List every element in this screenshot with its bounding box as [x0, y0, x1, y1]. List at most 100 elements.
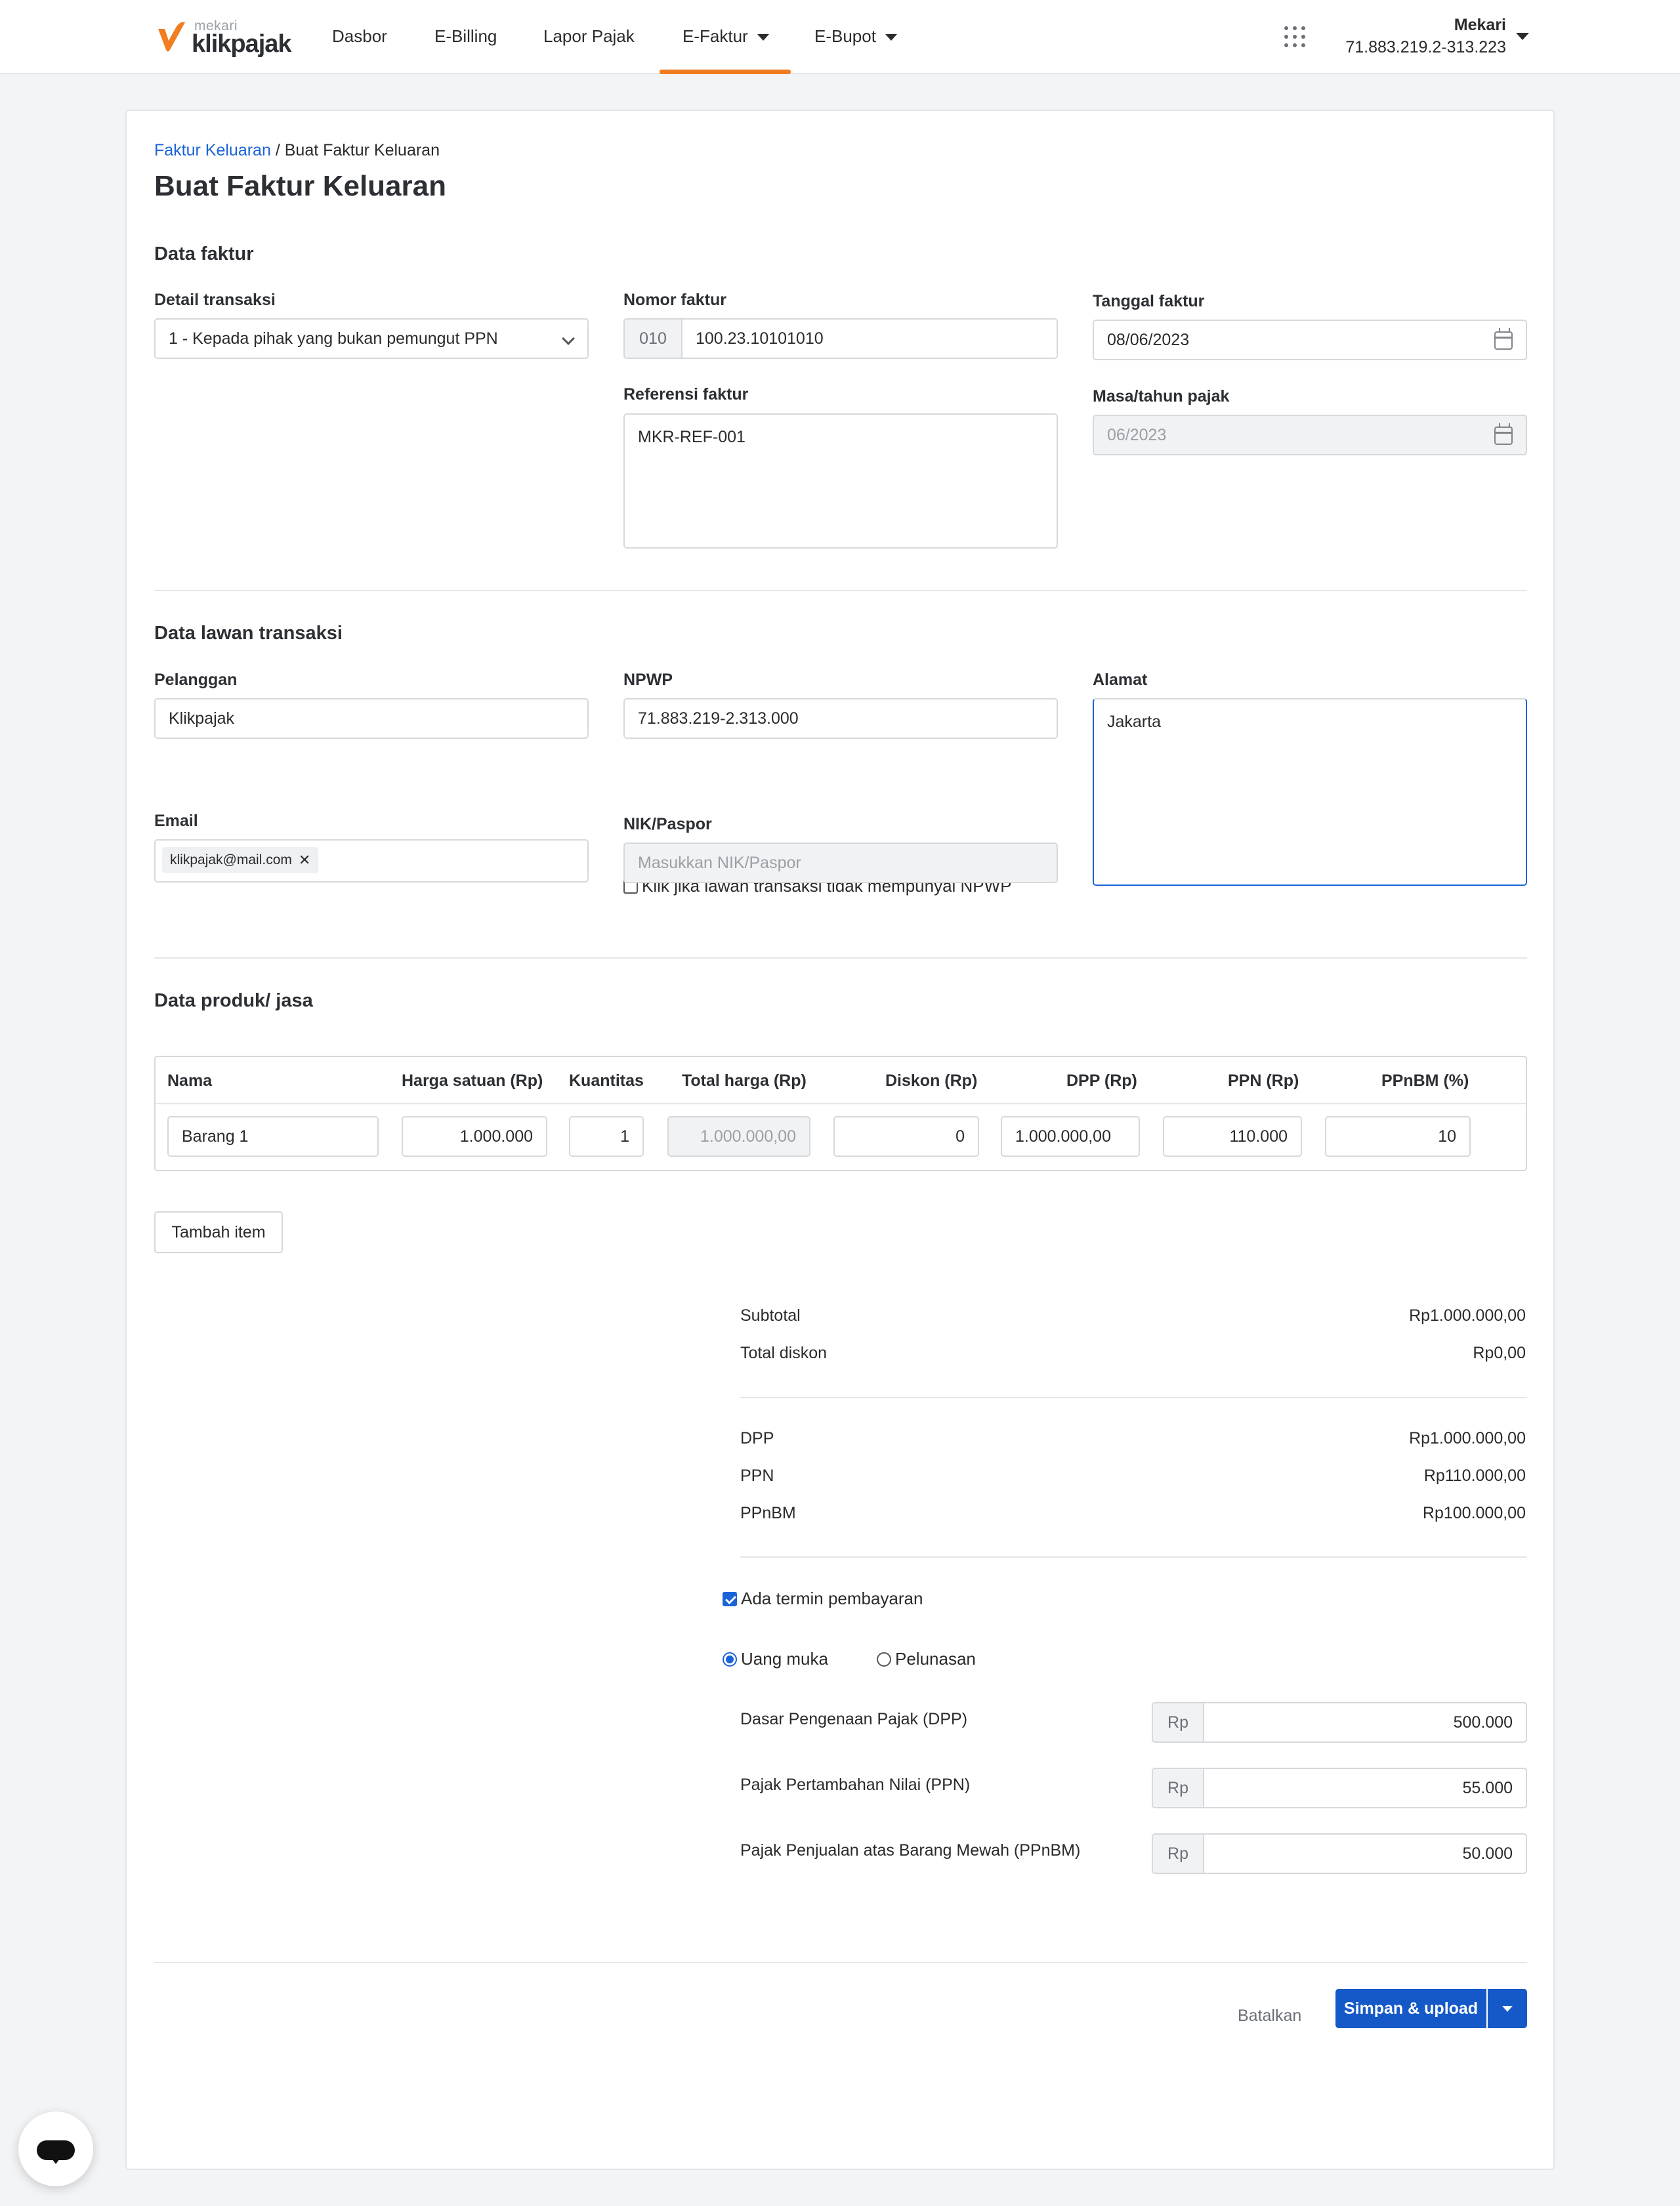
tambah-item-button[interactable]: Tambah item: [154, 1211, 283, 1253]
calendar-icon: [1494, 328, 1513, 350]
radio-uang-muka[interactable]: Uang muka: [723, 1649, 828, 1669]
simpan-upload-label: Simpan & upload: [1343, 1999, 1479, 2018]
nav-lapor-pajak[interactable]: Lapor Pajak: [543, 0, 635, 74]
section-divider: [154, 590, 1527, 591]
currency-prefix: Rp: [1153, 1769, 1204, 1807]
item-total-value: 1.000.000,00: [700, 1127, 796, 1146]
email-tag: klikpajak@mail.com ✕: [162, 847, 319, 873]
item-ppnbm-input[interactable]: 10: [1325, 1116, 1471, 1157]
summary-subtotal-value: Rp1.000.000,00: [1409, 1306, 1526, 1325]
referensi-faktur-value: MKR-REF-001: [638, 428, 746, 446]
item-nama-input[interactable]: Barang 1: [167, 1116, 379, 1157]
referensi-faktur-textarea[interactable]: MKR-REF-001: [623, 413, 1058, 549]
nav-e-billing[interactable]: E-Billing: [434, 0, 497, 74]
pelanggan-input[interactable]: Klikpajak: [154, 698, 589, 739]
item-diskon-input[interactable]: 0: [833, 1116, 979, 1157]
section-title-data-produk: Data produk/ jasa: [154, 990, 313, 1011]
simpan-upload-button[interactable]: Simpan & upload: [1335, 1989, 1486, 2028]
termin-ppnbm-label: Pajak Penjualan atas Barang Mewah (PPnBM…: [740, 1841, 1081, 1860]
label-email: Email: [154, 812, 198, 830]
email-tag-input[interactable]: klikpajak@mail.com ✕: [154, 839, 589, 883]
label-tanggal-faktur: Tanggal faktur: [1093, 292, 1205, 310]
caret-down-icon: [885, 34, 897, 41]
item-nama-value: Barang 1: [182, 1127, 249, 1146]
summary-total-diskon-value: Rp0,00: [1473, 1344, 1526, 1362]
item-ppnbm-value: 10: [1438, 1127, 1456, 1146]
nomor-faktur-prefix: 010: [625, 320, 682, 358]
item-kuantitas-input[interactable]: 1: [569, 1116, 644, 1157]
remove-tag-icon[interactable]: ✕: [299, 852, 310, 869]
simpan-dropdown-button[interactable]: [1488, 1989, 1527, 2028]
pelunasan-radio[interactable]: [877, 1652, 891, 1667]
batalkan-button[interactable]: Batalkan: [1238, 1996, 1301, 2035]
summary-ppnbm-label: PPnBM: [740, 1504, 796, 1522]
nav-active-indicator: [660, 70, 791, 74]
nomor-faktur-input[interactable]: 010 100.23.10101010: [623, 318, 1058, 359]
nav-label: Lapor Pajak: [543, 26, 635, 46]
item-dpp-value: 1.000.000,00: [1015, 1127, 1111, 1146]
account-name[interactable]: Mekari: [1454, 16, 1506, 35]
npwp-input[interactable]: 71.883.219-2.313.000: [623, 698, 1058, 739]
table-header-divider: [156, 1103, 1526, 1104]
termin-dpp-label: Dasar Pengenaan Pajak (DPP): [740, 1710, 968, 1728]
termin-ppn-label: Pajak Pertambahan Nilai (PPN): [740, 1776, 971, 1794]
uang-muka-label: Uang muka: [741, 1649, 828, 1669]
form-card: Faktur Keluaran / Buat Faktur Keluaran B…: [125, 110, 1555, 2170]
alamat-value: Jakarta: [1107, 713, 1161, 731]
nav-label: E-Bupot: [814, 26, 876, 46]
nav-e-bupot[interactable]: E-Bupot: [814, 0, 897, 74]
klikpajak-logo[interactable]: mekari klikpajak: [156, 17, 294, 58]
npwp-value: 71.883.219-2.313.000: [638, 709, 799, 728]
tanggal-faktur-datepicker[interactable]: 08/06/2023: [1093, 320, 1527, 360]
summary-subtotal-label: Subtotal: [740, 1306, 801, 1325]
section-title-data-faktur: Data faktur: [154, 243, 254, 264]
alamat-textarea[interactable]: Jakarta: [1093, 698, 1527, 886]
detail-transaksi-select[interactable]: 1 - Kepada pihak yang bukan pemungut PPN: [154, 318, 589, 359]
pelunasan-label: Pelunasan: [895, 1649, 976, 1669]
column-header-harga-satuan: Harga satuan (Rp): [402, 1072, 543, 1090]
column-header-ppn: PPN (Rp): [1228, 1072, 1299, 1090]
column-header-ppnbm: PPnBM (%): [1381, 1072, 1469, 1090]
termin-option[interactable]: Ada termin pembayaran: [723, 1589, 923, 1609]
label-alamat: Alamat: [1093, 671, 1148, 689]
item-harga-value: 1.000.000: [459, 1127, 533, 1146]
item-ppn-input[interactable]: 110.000: [1163, 1116, 1302, 1157]
section-title-data-lawan-transaksi: Data lawan transaksi: [154, 623, 343, 644]
logo-check-icon: [158, 22, 185, 52]
nav-label: Dasbor: [332, 26, 387, 46]
column-header-total-harga: Total harga (Rp): [682, 1072, 807, 1090]
breadcrumb-separator: /: [275, 141, 280, 159]
currency-prefix: Rp: [1153, 1703, 1204, 1741]
account-caret-down-icon[interactable]: [1516, 33, 1529, 40]
chat-support-button[interactable]: [18, 2112, 93, 2186]
item-harga-satuan-input[interactable]: 1.000.000: [402, 1116, 547, 1157]
nav-e-faktur[interactable]: E-Faktur: [682, 0, 769, 74]
uang-muka-radio[interactable]: [723, 1652, 737, 1667]
label-referensi-faktur: Referensi faktur: [623, 385, 749, 404]
termin-ppn-value: 55.000: [1462, 1779, 1513, 1797]
nav-dasbor[interactable]: Dasbor: [332, 0, 387, 74]
summary-total-diskon-label: Total diskon: [740, 1344, 828, 1362]
termin-ppnbm-input[interactable]: Rp 50.000: [1152, 1833, 1527, 1874]
account-npwp[interactable]: 71.883.219.2-313.223: [1345, 38, 1506, 57]
termin-label: Ada termin pembayaran: [741, 1589, 923, 1608]
summary-divider: [740, 1397, 1527, 1398]
radio-pelunasan[interactable]: Pelunasan: [877, 1649, 976, 1669]
tanggal-faktur-value: 08/06/2023: [1107, 330, 1190, 349]
termin-dpp-input[interactable]: Rp 500.000: [1152, 1702, 1527, 1743]
nav-label: E-Faktur: [682, 26, 748, 46]
nik-paspor-placeholder: Masukkan NIK/Paspor: [638, 853, 801, 872]
caret-down-icon: [757, 34, 769, 41]
label-masa-tahun-pajak: Masa/tahun pajak: [1093, 387, 1230, 406]
footer-divider: [154, 1962, 1527, 1963]
item-total-harga-input: 1.000.000,00: [667, 1116, 810, 1157]
summary-ppn-value: Rp110.000,00: [1423, 1467, 1526, 1485]
breadcrumb-link-faktur-keluaran[interactable]: Faktur Keluaran: [154, 141, 271, 159]
termin-checkbox[interactable]: [723, 1591, 737, 1606]
nav-label: E-Billing: [434, 26, 497, 46]
apps-grid-icon[interactable]: [1284, 26, 1305, 47]
label-pelanggan: Pelanggan: [154, 671, 238, 689]
item-dpp-input[interactable]: 1.000.000,00: [1001, 1116, 1140, 1157]
termin-ppn-input[interactable]: Rp 55.000: [1152, 1768, 1527, 1808]
email-tag-label: klikpajak@mail.com: [170, 852, 292, 867]
